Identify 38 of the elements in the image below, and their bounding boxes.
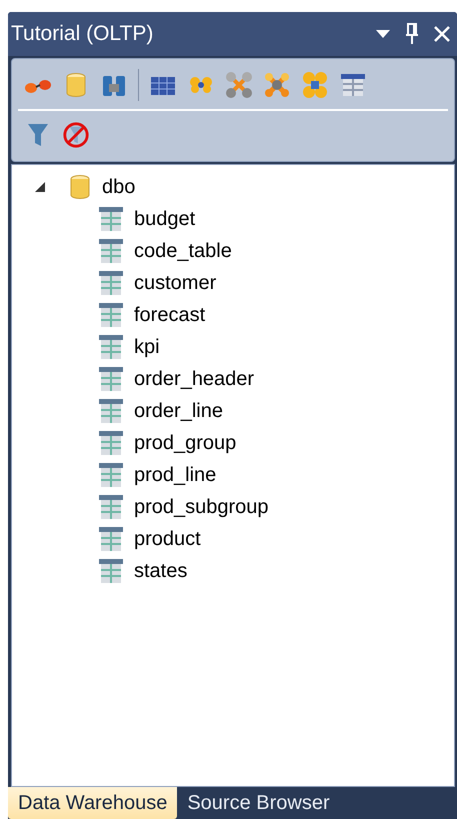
tree-item[interactable]: customer xyxy=(134,272,216,294)
molecule-icon[interactable] xyxy=(225,71,253,99)
table-icon xyxy=(98,366,124,392)
clear-filter-icon[interactable] xyxy=(62,121,90,149)
dropdown-button[interactable] xyxy=(375,29,391,39)
tree-item[interactable]: states xyxy=(134,560,188,582)
table-icon[interactable] xyxy=(339,71,367,99)
tree-item[interactable]: product xyxy=(134,528,201,550)
tree-item[interactable]: prod_subgroup xyxy=(134,496,269,518)
tree-item[interactable]: code_table xyxy=(134,240,232,262)
tree-item[interactable]: order_header xyxy=(134,368,254,390)
tree-item[interactable]: prod_group xyxy=(134,432,236,454)
table-icon xyxy=(98,462,124,488)
table-icon xyxy=(98,430,124,456)
table-icon xyxy=(98,334,124,360)
table-icon xyxy=(98,238,124,264)
tab[interactable]: Data Warehouse xyxy=(8,787,178,819)
tree-item[interactable]: dbo xyxy=(102,176,136,198)
expand-arrow-icon[interactable] xyxy=(34,181,46,193)
molecule-icon[interactable] xyxy=(263,71,291,99)
tree-item[interactable]: order_line xyxy=(134,400,223,422)
tree-item[interactable]: kpi xyxy=(134,336,160,358)
tree-item[interactable]: forecast xyxy=(134,304,206,326)
database-icon xyxy=(68,174,92,200)
table-icon xyxy=(98,398,124,424)
close-button[interactable] xyxy=(433,25,451,43)
tree-item[interactable]: prod_line xyxy=(134,464,216,486)
table-icon xyxy=(98,558,124,584)
table-icon xyxy=(98,526,124,552)
tab[interactable]: Source Browser xyxy=(177,787,340,819)
pin-button[interactable] xyxy=(405,23,419,45)
table-icon xyxy=(98,270,124,296)
table-icon xyxy=(98,494,124,520)
table-icon xyxy=(98,206,124,232)
table-icon xyxy=(98,302,124,328)
window-title: Tutorial (OLTP) xyxy=(11,22,154,46)
molecule-icon[interactable] xyxy=(301,71,329,99)
tree-item[interactable]: budget xyxy=(134,208,196,230)
